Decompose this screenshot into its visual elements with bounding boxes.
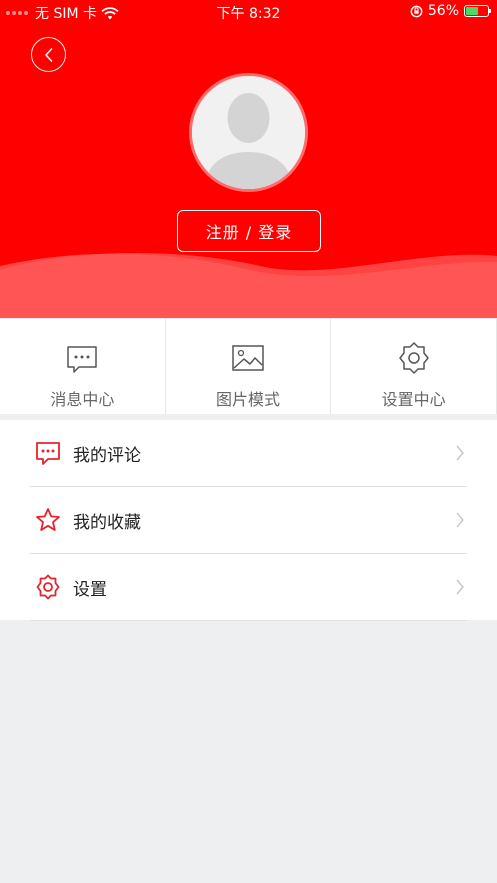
battery-icon <box>464 5 491 17</box>
chevron-left-icon <box>44 47 52 62</box>
list-item-settings[interactable]: 设置 <box>30 554 467 621</box>
chevron-right-icon <box>456 512 464 528</box>
comment-icon <box>36 442 60 465</box>
chevron-right-icon <box>456 445 464 461</box>
message-icon <box>67 346 98 373</box>
quick-item-label: 消息中心 <box>50 390 115 409</box>
avatar[interactable] <box>189 73 308 192</box>
quick-item-image-mode[interactable]: 图片模式 <box>166 319 332 414</box>
default-avatar-icon <box>192 76 305 189</box>
list-item-label: 我的收藏 <box>73 512 141 533</box>
star-icon <box>36 508 60 531</box>
list-item-my-comments[interactable]: 我的评论 <box>30 420 467 487</box>
gear-icon <box>398 342 429 374</box>
chevron-right-icon <box>456 579 464 595</box>
quick-actions: 消息中心 图片模式 设置中心 <box>0 318 497 414</box>
menu-list: 我的评论 我的收藏 设置 <box>0 420 497 621</box>
battery-percent: 56% <box>427 3 459 19</box>
quick-item-label: 设置中心 <box>381 390 446 409</box>
back-button[interactable] <box>31 37 66 72</box>
list-item-label: 设置 <box>73 579 107 600</box>
list-item-my-favorites[interactable]: 我的收藏 <box>30 487 467 554</box>
profile-header: 无 SIM 卡 下午 8:32 56% 注册 / 登录 <box>0 0 497 318</box>
orientation-lock-icon <box>410 5 423 17</box>
quick-item-settings-center[interactable]: 设置中心 <box>331 319 497 414</box>
status-bar: 无 SIM 卡 下午 8:32 56% <box>0 0 497 24</box>
quick-item-messages[interactable]: 消息中心 <box>0 319 166 414</box>
quick-item-label: 图片模式 <box>216 390 281 409</box>
gear-icon <box>36 574 60 600</box>
list-item-label: 我的评论 <box>73 445 141 466</box>
login-register-button[interactable]: 注册 / 登录 <box>177 210 321 252</box>
image-icon <box>232 345 264 371</box>
